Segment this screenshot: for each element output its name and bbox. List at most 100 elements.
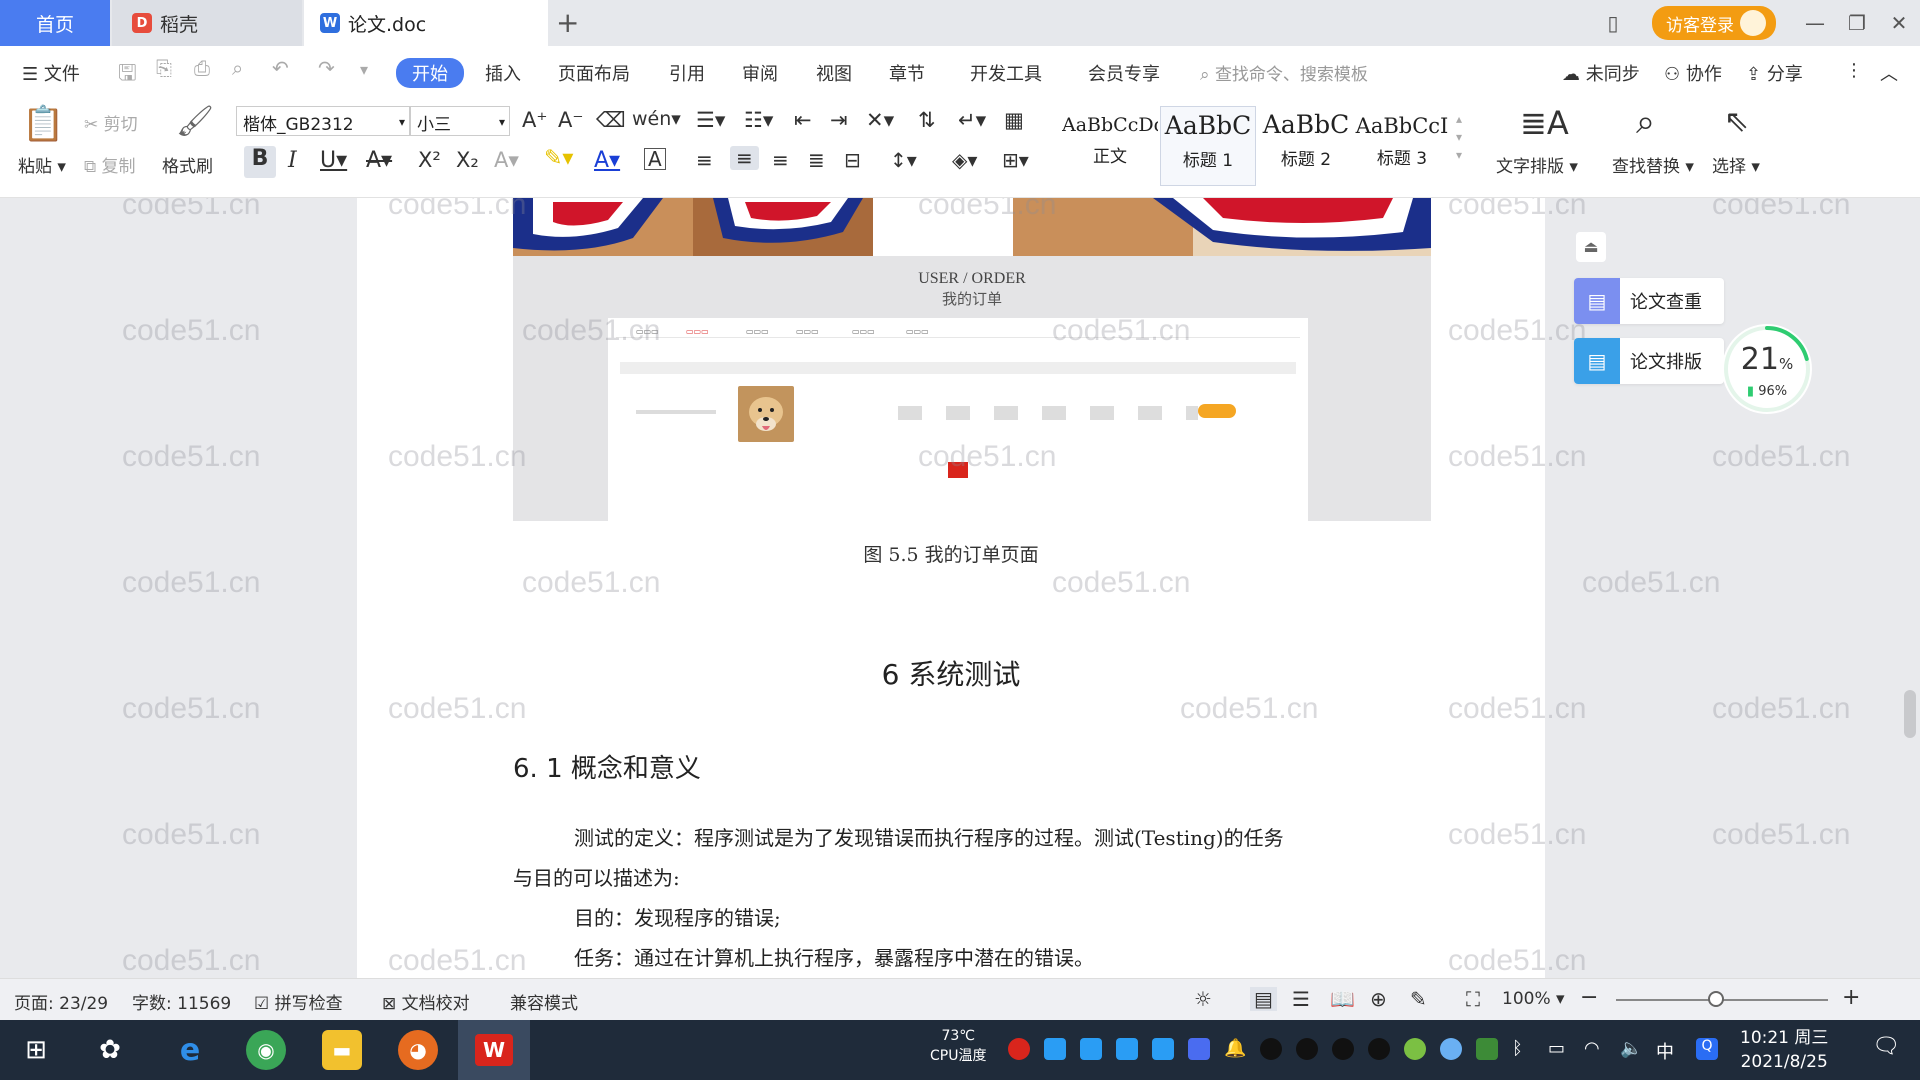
borders-icon[interactable]: ⊞▾ xyxy=(1002,148,1029,172)
tray-app-icon[interactable] xyxy=(1440,1038,1462,1060)
menu-insert[interactable]: 插入 xyxy=(485,60,521,86)
justify-icon[interactable]: ≣ xyxy=(808,148,825,172)
write-mode-icon[interactable]: ✎ xyxy=(1410,987,1427,1011)
underline-button[interactable]: U▾ xyxy=(320,148,347,173)
battery-tray-icon[interactable]: ▭ xyxy=(1548,1038,1570,1060)
command-search[interactable]: ⌕ 查找命令、搜索模板 xyxy=(1200,60,1368,85)
restore-icon[interactable]: ❐ xyxy=(1836,11,1878,35)
fit-page-icon[interactable]: ⛶ xyxy=(1466,987,1480,1011)
menu-reference[interactable]: 引用 xyxy=(669,60,705,86)
windows-start-icon[interactable]: ⊞ xyxy=(16,1030,56,1070)
cursor-icon[interactable]: ⇖ xyxy=(1724,104,1749,139)
shading-icon[interactable]: ◈▾ xyxy=(952,148,977,172)
menu-view[interactable]: 视图 xyxy=(816,60,852,86)
tray-app-icon[interactable] xyxy=(1008,1038,1030,1060)
line-spacing-icon[interactable]: ↕▾ xyxy=(890,148,917,172)
wifi-icon[interactable]: ◠ xyxy=(1584,1038,1606,1060)
share-button[interactable]: ⇪ 分享 xyxy=(1746,60,1803,86)
tray-app-icon[interactable] xyxy=(1404,1038,1426,1060)
collab-button[interactable]: ⚇ 协作 xyxy=(1664,60,1722,86)
menu-page-layout[interactable]: 页面布局 xyxy=(558,60,630,86)
cut-button[interactable]: ✂ 剪切 xyxy=(84,110,138,135)
close-icon[interactable]: ✕ xyxy=(1878,11,1920,35)
select-button[interactable]: 选择 ▾ xyxy=(1712,152,1760,177)
style-heading-2[interactable]: AaBbC 标题 2 xyxy=(1258,106,1354,186)
paste-button[interactable]: 粘贴 ▾ xyxy=(18,152,66,177)
zoom-out-icon[interactable]: − xyxy=(1580,985,1598,1010)
collapse-ribbon-icon[interactable]: ︿ xyxy=(1880,60,1898,86)
browser-green-icon[interactable]: ◉ xyxy=(246,1030,286,1070)
ime-indicator[interactable]: 中 xyxy=(1656,1038,1678,1063)
tray-app-icon[interactable] xyxy=(1116,1038,1138,1060)
style-heading-1[interactable]: AaBbC 标题 1 xyxy=(1160,106,1256,186)
bullet-list-icon[interactable]: ☰▾ xyxy=(696,108,725,132)
menu-developer-tools[interactable]: 开发工具 xyxy=(970,60,1042,86)
clock[interactable]: 10:21 周三 2021/8/25 xyxy=(1740,1026,1828,1074)
shield-icon[interactable] xyxy=(1188,1038,1210,1060)
nvidia-icon[interactable] xyxy=(1476,1038,1498,1060)
bluetooth-icon[interactable]: ᛒ xyxy=(1512,1038,1534,1060)
scrollbar-thumb[interactable] xyxy=(1904,690,1916,738)
tray-app-icon[interactable] xyxy=(1044,1038,1066,1060)
table-tools-icon[interactable]: ▦ xyxy=(1004,108,1024,132)
highlight-icon[interactable]: ✎▾ xyxy=(544,146,573,171)
strikethrough-button[interactable]: A▾ xyxy=(366,148,392,173)
tab-daoke[interactable]: D 稻壳 xyxy=(112,0,302,46)
outline-view-icon[interactable]: ☰ xyxy=(1292,987,1310,1011)
style-heading-3[interactable]: AaBbCcI 标题 3 xyxy=(1354,106,1450,186)
print-icon[interactable]: ⎙ xyxy=(194,56,210,80)
layout-icon[interactable]: ▯ xyxy=(1592,11,1634,35)
eye-protection-icon[interactable]: ☼ xyxy=(1194,987,1212,1011)
font-family-select[interactable]: 楷体_GB2312 ▾ xyxy=(236,106,410,136)
find-replace-button[interactable]: 查找替换 ▾ xyxy=(1612,152,1694,177)
sort-icon[interactable]: ⇅ xyxy=(918,108,936,132)
new-tab-button[interactable]: + xyxy=(556,6,579,39)
menu-start[interactable]: 开始 xyxy=(396,58,464,88)
format-painter-button[interactable]: 格式刷 xyxy=(162,152,213,177)
subscript-button[interactable]: X₂ xyxy=(456,148,479,172)
volume-icon[interactable]: 🔈 xyxy=(1620,1038,1642,1060)
text-layout-icon[interactable]: ≣A xyxy=(1520,104,1569,142)
sync-button[interactable]: ☁ 未同步 xyxy=(1562,60,1640,86)
cpu-temperature[interactable]: 73℃ CPU温度 xyxy=(930,1026,986,1066)
media-app-icon[interactable]: ◕ xyxy=(398,1030,438,1070)
qq-icon[interactable] xyxy=(1332,1038,1354,1060)
clear-format-icon[interactable]: ⌫ xyxy=(596,108,626,132)
print-preview-icon[interactable]: ⌕ xyxy=(232,56,243,80)
undo-icon[interactable]: ↶ xyxy=(272,56,289,80)
phonetic-guide-icon[interactable]: wén▾ xyxy=(632,108,681,130)
page-indicator[interactable]: 页面: 23/29 xyxy=(14,989,108,1014)
chinese-layout-icon[interactable]: ✕▾ xyxy=(866,108,894,132)
zoom-slider-handle[interactable] xyxy=(1708,991,1724,1007)
align-right-icon[interactable]: ≡ xyxy=(772,148,789,172)
bell-icon[interactable]: 🔔 xyxy=(1224,1038,1246,1060)
italic-button[interactable]: I xyxy=(288,148,297,173)
decrease-indent-icon[interactable]: ⇤ xyxy=(794,108,812,132)
menu-member[interactable]: 会员专享 xyxy=(1088,60,1160,86)
shrink-font-icon[interactable]: A⁻ xyxy=(558,108,583,132)
zoom-in-icon[interactable]: + xyxy=(1842,985,1860,1010)
more-icon[interactable]: ⋮ xyxy=(1845,60,1863,81)
bold-button[interactable]: B xyxy=(244,146,276,178)
char-border-button[interactable]: A xyxy=(644,148,666,170)
magnifier-icon[interactable]: ⌕ xyxy=(1636,102,1655,142)
guest-login-button[interactable]: 访客登录 xyxy=(1652,6,1776,40)
increase-indent-icon[interactable]: ⇥ xyxy=(830,108,848,132)
style-scroll-icon[interactable]: ▴ ▾ ▾ xyxy=(1456,110,1462,164)
file-menu[interactable]: ☰ 文件 xyxy=(22,60,80,86)
minimize-icon[interactable]: — xyxy=(1794,11,1836,35)
spell-check-button[interactable]: ☑ 拼写检查 xyxy=(254,989,343,1014)
compat-mode[interactable]: 兼容模式 xyxy=(510,989,578,1014)
ie-browser-icon[interactable]: e xyxy=(170,1030,210,1070)
pinwheel-app-icon[interactable]: ✿ xyxy=(90,1030,130,1070)
export-icon[interactable]: ⎘ xyxy=(156,56,172,80)
numbered-list-icon[interactable]: ☷▾ xyxy=(744,108,773,132)
wps-taskbar-button[interactable]: W xyxy=(458,1020,530,1080)
page-view-icon[interactable]: ▤ xyxy=(1250,987,1277,1011)
show-marks-icon[interactable]: ↵▾ xyxy=(958,108,986,132)
thesis-check-button[interactable]: ▤ 论文查重 xyxy=(1574,278,1724,324)
quick-access-dropdown-icon[interactable]: ▾ xyxy=(360,60,368,79)
tray-app-icon[interactable] xyxy=(1080,1038,1102,1060)
distributed-icon[interactable]: ⊟ xyxy=(844,148,861,172)
save-icon[interactable]: 🖫 xyxy=(118,56,137,94)
